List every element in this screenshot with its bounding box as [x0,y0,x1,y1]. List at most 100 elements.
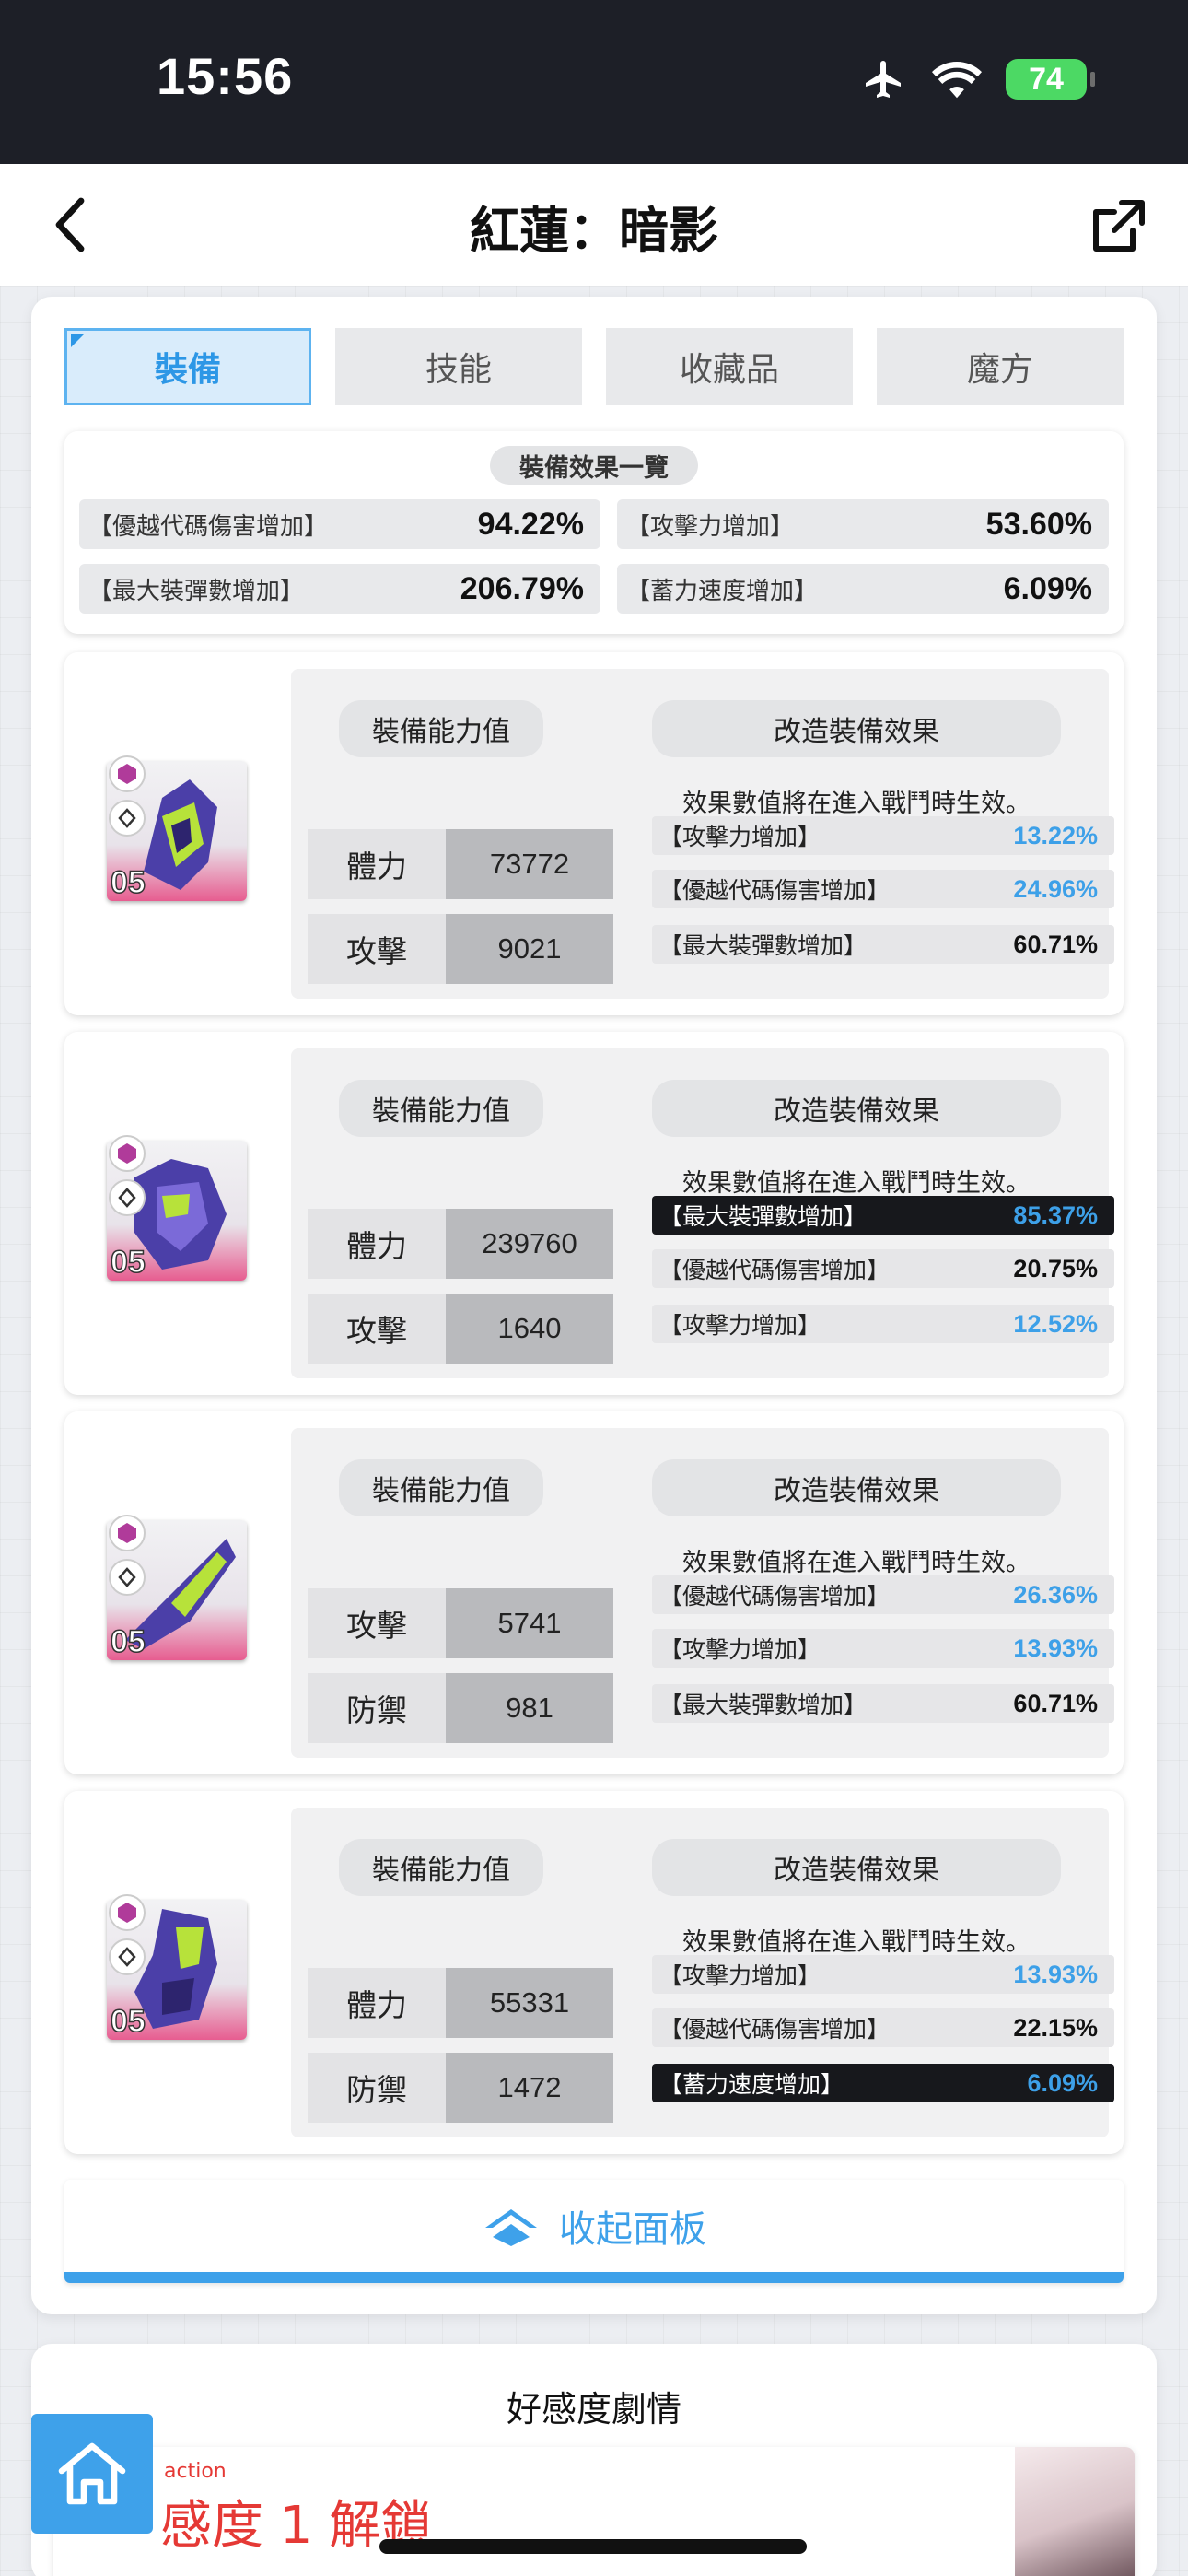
equipment-card-body[interactable]: 05 裝備能力值 改造裝備效果 體力 239760 攻擊 1640 效果數值將在… [64,1032,1124,1395]
effect-value: 12.52% [1013,1309,1098,1338]
equipment-effect-summary: 裝備效果一覽 【優越代碼傷害增加】 94.22% 【攻擊力增加】 53.60% … [64,431,1124,634]
status-bar: 15:56 74 [0,0,1188,164]
rarity-badge-icon [109,1894,146,1931]
effect-value: 13.22% [1013,821,1098,849]
stat-value: 1472 [446,2053,613,2123]
effect-row: 【攻擊力增加】 13.93% [652,1955,1114,1994]
tab-bar: 裝備 技能 收藏品 魔方 [64,328,1124,405]
class-badge-icon [109,1179,146,1216]
effect-row: 【優越代碼傷害增加】 26.36% [652,1575,1114,1614]
tab-cube[interactable]: 魔方 [877,328,1124,405]
story-tag: action [164,2460,227,2483]
equipment-panel: 裝備 技能 收藏品 魔方 裝備效果一覽 【優越代碼傷害增加】 94.22% 【攻… [31,297,1157,2314]
effect-row: 【攻擊力增加】 13.93% [652,1629,1114,1668]
effect-row: 【優越代碼傷害增加】 20.75% [652,1249,1114,1288]
stat-value: 9021 [446,914,613,984]
rarity-badge-icon [109,1515,146,1551]
equipment-stat: 體力 55331 [308,1968,630,2038]
effect-value: 60.71% [1013,930,1098,958]
summary-stat-value: 6.09% [1003,570,1092,606]
stat-value: 5741 [446,1588,613,1658]
stat-name: 攻擊 [308,1294,446,1364]
effects-title: 改造裝備效果 [652,1839,1061,1896]
effect-label: 【最大裝彈數增加】 [659,1692,868,1718]
stat-name: 攻擊 [308,914,446,984]
equipment-level: 05 [110,2003,146,2040]
effect-note: 效果數值將在進入戰鬥時生效。 [682,1169,1031,1198]
equipment-stat: 防禦 1472 [308,2053,630,2123]
equipment-level: 05 [110,1244,146,1281]
nav-bar: 紅蓮：暗影 [0,164,1188,286]
double-chevron-up-icon [485,2209,537,2246]
summary-stat-label: 【最大裝彈數增加】 [88,577,305,605]
stat-name: 體力 [308,829,446,899]
tab-collection[interactable]: 收藏品 [606,328,853,405]
effects-title: 改造裝備效果 [652,1459,1061,1516]
stat-name: 體力 [308,1968,446,2038]
effect-note: 效果數值將在進入戰鬥時生效。 [682,1928,1031,1957]
battery-icon: 74 [1006,59,1095,100]
home-button[interactable] [31,2414,153,2534]
effect-value: 20.75% [1013,1254,1098,1282]
effect-row: 【優越代碼傷害增加】 22.15% [652,2008,1114,2047]
stat-name: 防禦 [308,1673,446,1743]
equipment-card-head[interactable]: 05 裝備能力值 改造裝備效果 體力 73772 攻擊 9021 效果數值將在進… [64,652,1124,1015]
stat-value: 73772 [446,829,613,899]
effect-value: 26.36% [1013,1580,1098,1609]
equipment-stat: 體力 239760 [308,1209,630,1279]
home-indicator[interactable] [379,2539,807,2554]
effect-note: 效果數值將在進入戰鬥時生效。 [682,790,1031,818]
equipment-stat: 攻擊 1640 [308,1294,630,1364]
effect-value: 22.15% [1013,2013,1098,2042]
summary-stat-value: 206.79% [460,570,584,606]
class-badge-icon [109,1559,146,1596]
affection-story-card[interactable]: action 感度 1 解鎖 [53,2447,1135,2576]
equipment-stat: 攻擊 9021 [308,914,630,984]
status-icons: 74 [860,57,1095,101]
class-badge-icon [109,800,146,837]
effect-value: 13.93% [1013,1633,1098,1662]
effect-value: 60.71% [1013,1689,1098,1717]
stat-value: 239760 [446,1209,613,1279]
effect-row: 【最大裝彈數增加】 60.71% [652,925,1114,964]
effect-label: 【攻擊力增加】 [659,1312,821,1339]
effect-row: 【蓄力速度增加】 6.09% [652,2064,1114,2102]
equipment-detail: 裝備能力值 改造裝備效果 體力 239760 攻擊 1640 效果數值將在進入戰… [291,1048,1114,1378]
equipment-card-leg[interactable]: 05 裝備能力值 改造裝備效果 體力 55331 防禦 1472 效果數值將在進… [64,1791,1124,2154]
affection-story-title: 好感度劇情 [506,2389,681,2430]
effect-value: 13.93% [1013,1960,1098,1988]
stat-value: 981 [446,1673,613,1743]
collapse-label: 收起面板 [559,2208,706,2251]
effect-note: 效果數值將在進入戰鬥時生效。 [682,1549,1031,1577]
summary-stat: 【最大裝彈數增加】 206.79% [79,564,600,614]
tab-equipment[interactable]: 裝備 [64,328,311,405]
equipment-stat: 防禦 981 [308,1673,630,1743]
effect-label: 【攻擊力增加】 [659,1962,821,1989]
rarity-badge-icon [109,1135,146,1172]
effect-row: 【攻擊力增加】 12.52% [652,1305,1114,1343]
effect-row: 【最大裝彈數增加】 60.71% [652,1684,1114,1723]
stat-value: 1640 [446,1294,613,1364]
collapse-panel-button[interactable]: 收起面板 [64,2180,1124,2283]
summary-stat-label: 【蓄力速度增加】 [626,577,819,605]
summary-stat-value: 53.60% [985,506,1092,542]
effect-label: 【優越代碼傷害增加】 [659,1583,891,1610]
share-icon[interactable] [1089,197,1147,256]
equipment-detail: 裝備能力值 改造裝備效果 體力 73772 攻擊 9021 效果數值將在進入戰鬥… [291,669,1114,999]
stat-name: 攻擊 [308,1588,446,1658]
stats-title: 裝備能力值 [339,700,543,757]
summary-stat: 【優越代碼傷害增加】 94.22% [79,499,600,549]
effect-label: 【攻擊力增加】 [659,824,821,850]
effect-row: 【攻擊力增加】 13.22% [652,816,1114,855]
equipment-detail: 裝備能力值 改造裝備效果 體力 55331 防禦 1472 效果數值將在進入戰鬥… [291,1808,1114,2137]
summary-stat: 【攻擊力增加】 53.60% [617,499,1109,549]
summary-stat-label: 【優越代碼傷害增加】 [88,512,329,541]
stat-name: 體力 [308,1209,446,1279]
effect-value: 24.96% [1013,874,1098,903]
home-icon [58,2442,126,2505]
effect-label: 【最大裝彈數增加】 [659,1203,868,1230]
rarity-badge-icon [109,755,146,792]
equipment-card-arm[interactable]: 05 裝備能力值 改造裝備效果 攻擊 5741 防禦 981 效果數值將在進入戰… [64,1411,1124,1774]
tab-skills[interactable]: 技能 [335,328,582,405]
summary-stat: 【蓄力速度增加】 6.09% [617,564,1109,614]
